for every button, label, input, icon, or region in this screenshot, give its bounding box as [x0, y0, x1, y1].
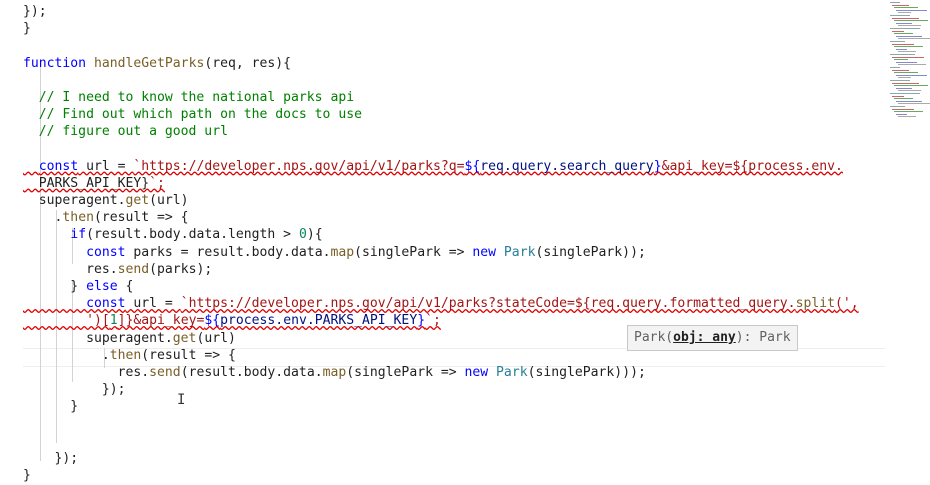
code-line[interactable]: // I need to know the national parks api — [23, 89, 885, 106]
tooltip-param: obj: any — [673, 330, 736, 345]
minimap[interactable] — [886, 0, 930, 120]
minimap-line — [890, 93, 920, 94]
minimap-line — [894, 59, 908, 61]
code-lines: });} function handleGetParks(req, res){ /… — [23, 3, 885, 484]
minimap-line — [894, 111, 923, 113]
minimap-line — [896, 48, 907, 50]
code-line[interactable]: }); — [23, 3, 885, 20]
minimap-line — [890, 54, 915, 55]
code-line[interactable]: const url = `https://developer.nps.gov/a… — [23, 158, 885, 175]
code-line[interactable]: const url = `https://developer.nps.gov/a… — [23, 295, 885, 312]
code-line[interactable]: } — [23, 20, 885, 37]
text-cursor-icon: I — [177, 392, 186, 408]
minimap-line — [894, 85, 928, 87]
minimap-line — [892, 56, 924, 58]
minimap-line — [892, 69, 909, 71]
minimap-line — [896, 100, 922, 102]
minimap-line — [890, 106, 905, 107]
minimap-line — [890, 41, 905, 42]
code-line[interactable]: } — [23, 398, 885, 415]
code-line[interactable]: superagent.get(url) — [23, 192, 885, 209]
code-line[interactable]: // figure out a good url — [23, 123, 885, 140]
minimap-line — [898, 38, 930, 40]
minimap-line — [896, 9, 927, 11]
code-line[interactable]: res.send(parks); — [23, 261, 885, 278]
minimap-line — [894, 33, 913, 35]
minimap-line — [896, 87, 912, 89]
code-line[interactable]: } else { — [23, 278, 885, 295]
minimap-line — [894, 98, 913, 100]
minimap-line — [894, 7, 918, 9]
code-line[interactable]: PARKS_API_KEY}`; — [23, 175, 885, 192]
minimap-line — [896, 113, 907, 115]
minimap-line — [890, 80, 910, 81]
code-editor[interactable]: });} function handleGetParks(req, res){ /… — [0, 0, 930, 485]
minimap-line — [898, 116, 916, 118]
minimap-line — [892, 82, 919, 84]
minimap-line — [892, 43, 914, 45]
minimap-line — [894, 46, 923, 48]
minimap-line — [898, 90, 921, 92]
code-line[interactable]: // Find out which path on the docs to us… — [23, 106, 885, 123]
tooltip-prefix: Park( — [634, 330, 674, 345]
code-line[interactable]: const parks = result.body.data.map(singl… — [23, 244, 885, 261]
code-line[interactable]: }); — [23, 381, 885, 398]
minimap-line — [892, 17, 919, 19]
minimap-line — [892, 108, 914, 110]
minimap-line — [894, 72, 918, 74]
code-line[interactable]: res.send(result.body.data.map(singlePark… — [23, 364, 885, 381]
minimap-line — [898, 51, 916, 53]
code-line[interactable]: .then(result => { — [23, 209, 885, 226]
minimap-line — [894, 20, 928, 22]
minimap-line — [896, 61, 917, 63]
minimap-line — [898, 77, 911, 79]
minimap-line — [890, 67, 900, 68]
minimap-line — [898, 103, 930, 105]
code-line[interactable]: if(result.body.data.length > 0){ — [23, 226, 885, 243]
minimap-line — [890, 2, 900, 3]
minimap-line — [890, 15, 910, 16]
code-line[interactable]: }); — [23, 450, 885, 467]
minimap-line — [892, 4, 909, 6]
minimap-line — [898, 25, 921, 27]
code-line[interactable] — [23, 433, 885, 450]
code-line[interactable] — [23, 37, 885, 54]
code-line[interactable] — [23, 416, 885, 433]
minimap-line — [896, 74, 927, 76]
minimap-line — [892, 95, 904, 97]
minimap-line — [890, 28, 920, 29]
code-line[interactable] — [23, 72, 885, 89]
code-line[interactable]: } — [23, 467, 885, 484]
minimap-line — [896, 22, 912, 24]
minimap-line — [898, 12, 911, 14]
parameter-hint-tooltip: Park(obj: any): Park — [627, 325, 798, 351]
minimap-line — [896, 35, 922, 37]
code-line[interactable] — [23, 141, 885, 158]
minimap-line — [892, 30, 904, 32]
minimap-line — [898, 64, 926, 66]
code-line[interactable]: function handleGetParks(req, res){ — [23, 55, 885, 72]
tooltip-suffix: ): Park — [735, 330, 791, 345]
